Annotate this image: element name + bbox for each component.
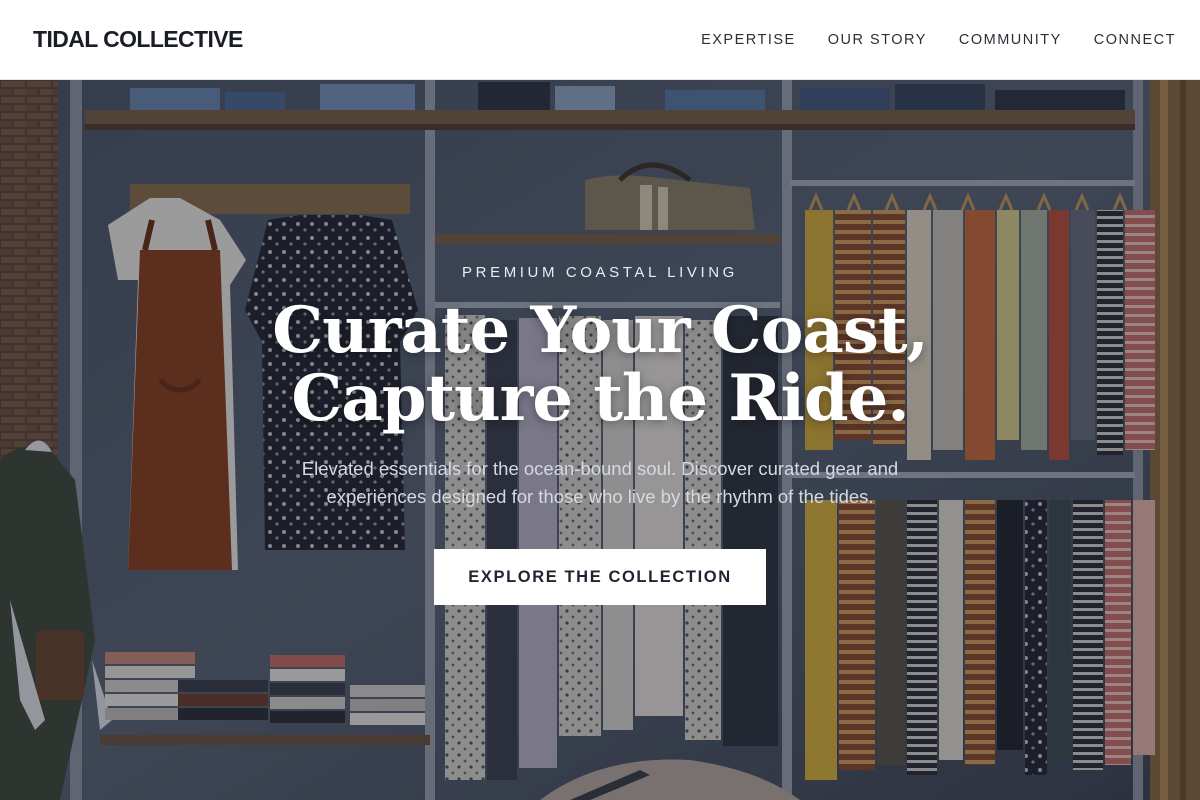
hero-headline-line-1: Curate Your Coast, [272,293,929,368]
hero-content: PREMIUM COASTAL LIVING Curate Your Coast… [0,80,1200,800]
hero-headline: Curate Your Coast, Capture the Ride. [272,293,929,436]
site-header: TIDAL COLLECTIVE EXPERTISE OUR STORY COM… [0,0,1200,80]
brand-logo[interactable]: TIDAL COLLECTIVE [33,26,243,53]
hero-section: PREMIUM COASTAL LIVING Curate Your Coast… [0,80,1200,800]
nav-link-community[interactable]: COMMUNITY [959,32,1062,48]
hero-headline-line-2: Capture the Ride. [291,361,909,436]
hero-subtitle: Elevated essentials for the ocean-bound … [301,458,899,507]
hero-eyebrow: PREMIUM COASTAL LIVING [462,264,738,281]
explore-collection-button[interactable]: EXPLORE THE COLLECTION [434,549,766,605]
nav-link-connect[interactable]: CONNECT [1094,32,1176,48]
main-nav: EXPERTISE OUR STORY COMMUNITY CONNECT [701,32,1176,48]
nav-link-our-story[interactable]: OUR STORY [828,32,927,48]
nav-link-expertise[interactable]: EXPERTISE [701,32,796,48]
